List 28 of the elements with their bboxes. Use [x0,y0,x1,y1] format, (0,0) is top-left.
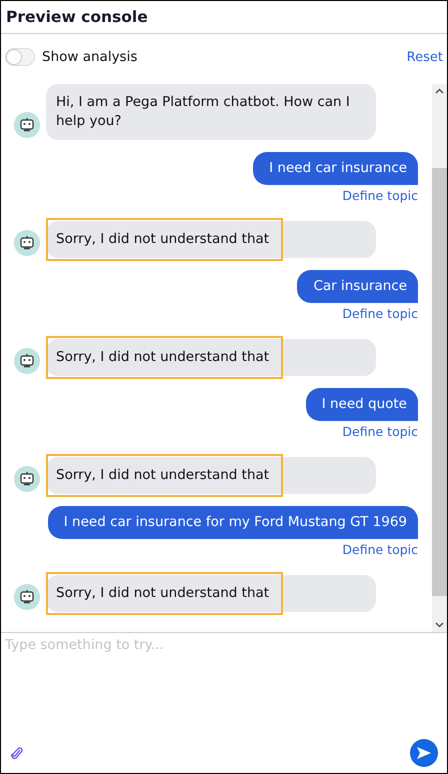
toggle-switch[interactable] [5,48,35,66]
define-topic-link[interactable]: Define topic [342,542,418,557]
robot-avatar [14,466,40,492]
toggle-label: Show analysis [42,49,138,65]
user-message: I need car insurance for my Ford Mustang GT 1969 [48,506,418,539]
user-message: I need quote [306,388,418,421]
highlighted-message: Sorry, I did not understand that [46,572,284,615]
panel-title: Preview console [6,8,148,26]
send-button[interactable] [410,739,438,767]
user-message: I need car insurance [253,152,418,185]
scroll-down-icon[interactable] [435,620,444,629]
highlighted-message: Sorry, I did not understand that [46,218,284,261]
paperclip-icon[interactable] [11,746,23,760]
define-topic-link[interactable]: Define topic [342,306,418,321]
robot-avatar [14,584,40,610]
define-topic-link[interactable]: Define topic [342,188,418,203]
reset-link[interactable]: Reset [406,50,443,64]
send-icon [416,746,432,760]
highlighted-message: Sorry, I did not understand that [46,336,284,379]
robot-avatar [14,348,40,374]
define-topic-link[interactable]: Define topic [342,424,418,439]
scroll-up-icon[interactable] [435,87,444,96]
scrollbar[interactable] [432,84,447,632]
bot-message: Hi, I am a Pega Platform chatbot. How can I help you? [46,84,376,140]
user-message: Car insurance [297,270,418,303]
highlighted-message: Sorry, I did not understand that [46,454,284,497]
robot-avatar [14,230,40,256]
robot-avatar [14,112,40,138]
